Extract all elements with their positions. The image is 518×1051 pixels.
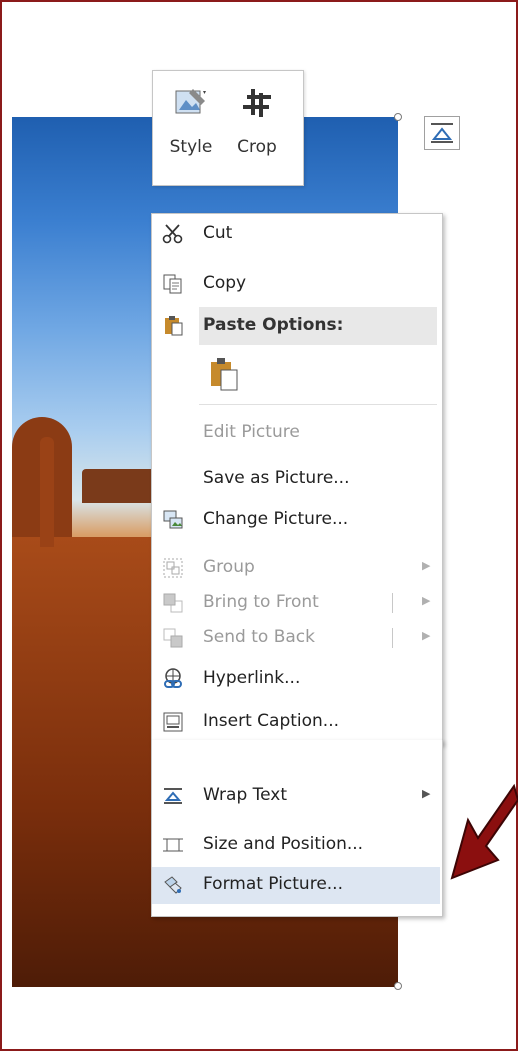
mini-toolbar: Style Crop	[152, 70, 304, 186]
crop-label: Crop	[237, 137, 277, 157]
resize-handle-top-right[interactable]	[394, 113, 402, 121]
menu-item-label: Send to Back	[203, 627, 315, 647]
menu-item-label: Wrap Text	[203, 785, 288, 805]
spire-rock	[40, 437, 54, 547]
crop-button[interactable]: Crop	[229, 85, 285, 171]
menu-item-format-picture[interactable]: Format Picture...	[152, 867, 440, 904]
submenu-arrow-icon: ▶	[422, 787, 431, 800]
paste-options-header: Paste Options:	[199, 307, 437, 345]
send-back-icon	[163, 628, 183, 648]
change-picture-icon	[163, 510, 183, 529]
annotation-arrow-icon	[450, 783, 518, 880]
group-icon	[163, 558, 183, 578]
submenu-arrow-icon: ▶	[422, 629, 431, 642]
paste-clipboard-icon	[211, 358, 238, 391]
paste-keep-format-button[interactable]	[209, 356, 239, 392]
menu-item-send-to-back[interactable]: Send to Back ▶	[152, 620, 442, 657]
paste-icon	[165, 316, 183, 336]
bring-front-icon	[163, 593, 183, 613]
style-button[interactable]: Style	[163, 85, 219, 171]
size-position-icon	[163, 838, 183, 852]
resize-handle-bottom-right[interactable]	[394, 982, 402, 990]
wrap-layout-icon	[431, 123, 453, 143]
menu-item-copy[interactable]: Copy	[152, 266, 442, 303]
menu-item-cut[interactable]: Cut	[152, 216, 442, 253]
picture-style-icon	[175, 89, 206, 114]
menu-item-group[interactable]: Group ▶	[152, 550, 442, 587]
copy-icon	[163, 274, 182, 294]
style-label: Style	[169, 137, 213, 157]
format-picture-icon	[164, 876, 182, 894]
menu-item-save-as-picture[interactable]: Save as Picture...	[152, 461, 442, 498]
layout-options-button[interactable]	[424, 116, 460, 150]
menu-item-change-picture[interactable]: Change Picture...	[152, 502, 442, 539]
menu-item-size-and-position[interactable]: Size and Position...	[152, 827, 442, 864]
submenu-arrow-icon: ▶	[422, 559, 431, 572]
menu-item-insert-caption[interactable]: Insert Caption...	[152, 704, 442, 741]
menu-item-edit-picture[interactable]: Edit Picture	[152, 415, 442, 452]
menu-item-wrap-text[interactable]: Wrap Text ▶	[152, 778, 442, 815]
split-divider	[392, 593, 393, 613]
scissors-icon	[162, 224, 183, 244]
menu-item-label: Size and Position...	[203, 834, 364, 854]
context-menu: Cut Copy Paste Options: Edit Picture Sav…	[151, 213, 443, 745]
menu-item-label: Insert Caption...	[203, 711, 340, 731]
wrap-text-icon	[164, 788, 182, 804]
menu-item-hyperlink[interactable]: Hyperlink...	[152, 661, 442, 698]
split-divider	[392, 628, 393, 648]
menu-item-label: Hyperlink...	[203, 668, 301, 688]
menu-item-label: Bring to Front	[203, 592, 319, 612]
menu-item-label: Format Picture...	[203, 874, 343, 894]
menu-item-label: Save as Picture...	[203, 468, 350, 488]
menu-item-label: Cut	[203, 223, 233, 243]
caption-icon	[163, 712, 183, 732]
submenu-arrow-icon: ▶	[422, 594, 431, 607]
menu-item-label: Change Picture...	[203, 509, 349, 529]
menu-divider	[199, 404, 437, 405]
menu-item-label: Group	[203, 557, 255, 577]
menu-item-label: Paste Options:	[203, 315, 344, 335]
menu-item-label: Copy	[203, 273, 247, 293]
hyperlink-icon	[164, 668, 182, 688]
menu-item-bring-to-front[interactable]: Bring to Front ▶	[152, 585, 442, 622]
menu-item-label: Edit Picture	[203, 422, 300, 442]
crop-icon	[243, 89, 271, 117]
